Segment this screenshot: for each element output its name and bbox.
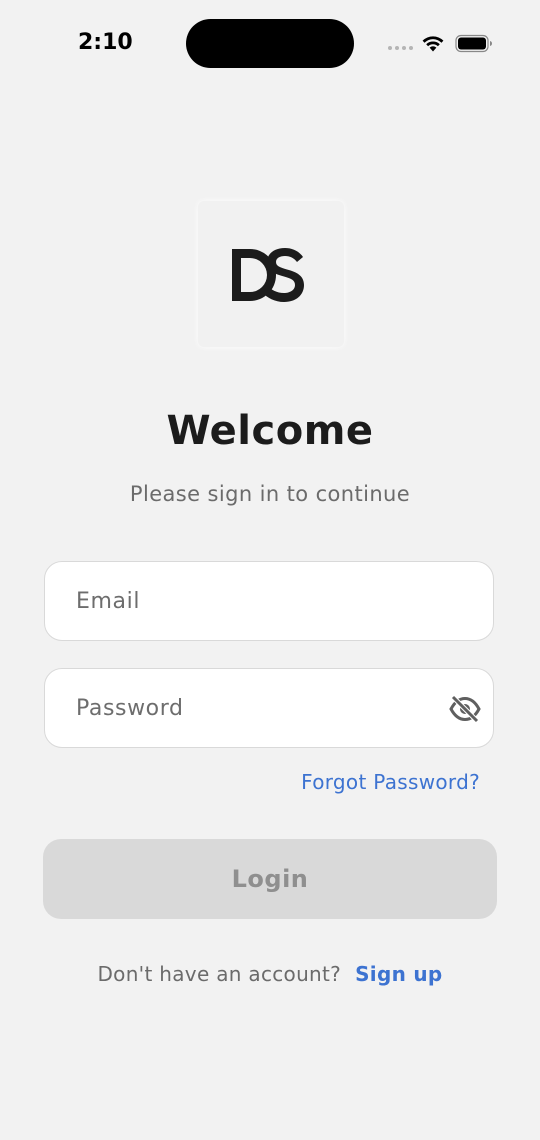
signup-row: Don't have an account? Sign up xyxy=(0,962,540,986)
ds-logo-mark xyxy=(232,248,304,302)
battery-icon xyxy=(455,34,492,53)
cellular-signal-icon xyxy=(388,46,414,52)
login-button[interactable]: Login xyxy=(43,839,497,919)
signup-prompt: Don't have an account? xyxy=(97,962,342,986)
status-bar: 2:10 xyxy=(0,0,540,88)
email-field[interactable] xyxy=(76,562,436,640)
status-time: 2:10 xyxy=(78,30,133,55)
page-title: Welcome xyxy=(166,408,374,454)
password-field[interactable] xyxy=(76,669,436,747)
password-field-container[interactable] xyxy=(44,668,494,748)
page-subtitle: Please sign in to continue xyxy=(129,482,411,506)
signup-link[interactable]: Sign up xyxy=(355,962,442,986)
eye-off-icon[interactable] xyxy=(449,695,481,723)
app-logo xyxy=(198,201,344,347)
dynamic-island xyxy=(186,19,354,68)
email-field-container[interactable] xyxy=(44,561,494,641)
wifi-icon xyxy=(422,36,444,52)
forgot-password-link[interactable]: Forgot Password? xyxy=(301,770,480,794)
